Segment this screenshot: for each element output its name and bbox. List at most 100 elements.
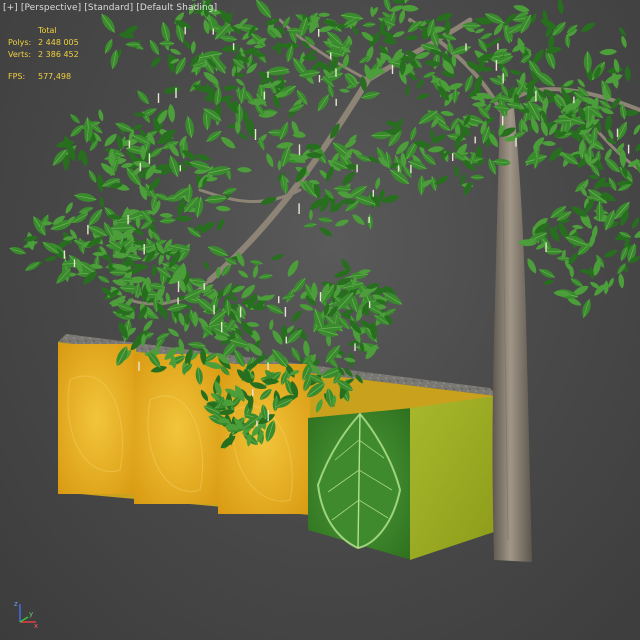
leaf: [314, 92, 333, 114]
leaf: [269, 252, 285, 262]
leaf: [579, 20, 597, 35]
leaf: [389, 0, 406, 6]
scene-statistics: Total Polys: 2 448 005 Verts: 2 386 452 …: [8, 25, 79, 83]
viewport-label-menu[interactable]: [+] [Perspective] [Standard] [Default Sh…: [3, 3, 217, 13]
leaf: [415, 91, 431, 102]
leaf: [617, 272, 625, 289]
leaf: [148, 54, 163, 70]
leaf: [102, 37, 115, 55]
leaf: [146, 38, 162, 57]
leaf: [617, 25, 628, 38]
leaf: [619, 34, 628, 49]
leaf: [68, 122, 86, 140]
axis-y-label: y: [29, 610, 34, 618]
leaf: [264, 152, 276, 169]
leaf: [397, 8, 407, 25]
leaf: [218, 134, 238, 151]
leaf: [249, 258, 264, 267]
leaf: [277, 159, 282, 171]
leaf: [408, 125, 419, 142]
leaf: [95, 173, 105, 193]
leaf: [215, 204, 232, 213]
leaf: [525, 256, 539, 275]
leaf: [215, 217, 226, 232]
leaf: [491, 21, 506, 37]
leaf: [96, 273, 111, 285]
leaf: [404, 84, 411, 97]
leaf: [603, 280, 609, 295]
leaf: [374, 176, 382, 191]
xyz-axis-gizmo-icon: z x y: [12, 600, 40, 630]
leaf: [159, 212, 174, 219]
polys-label: Polys:: [8, 38, 32, 47]
leaf: [632, 123, 640, 137]
leaf: [292, 132, 307, 139]
verts-label: Verts:: [8, 50, 32, 59]
viewport-point-of-view-menu[interactable]: [Perspective]: [21, 3, 81, 13]
leaf: [158, 20, 173, 44]
leaf: [619, 148, 627, 168]
leaf: [369, 6, 375, 18]
leaf: [571, 224, 584, 230]
leaf: [268, 318, 275, 331]
leaf: [97, 108, 105, 122]
leaf: [302, 339, 311, 359]
leaf: [166, 326, 181, 339]
leaf: [542, 278, 555, 286]
leaf: [234, 77, 246, 88]
leaf: [599, 48, 618, 56]
leaf: [308, 209, 313, 221]
stats-fps-row: FPS: 577,498: [8, 71, 79, 83]
leaf: [602, 247, 620, 260]
leaf: [108, 260, 113, 273]
leaf: [190, 40, 197, 55]
leaf: [579, 297, 594, 320]
leaf: [86, 168, 99, 185]
leaf: [201, 260, 211, 272]
leaf: [624, 65, 632, 82]
leaf: [175, 215, 193, 222]
scene-render[interactable]: [0, 0, 640, 640]
leaf: [479, 31, 494, 42]
leaf: [317, 12, 331, 17]
box-side-face: [410, 396, 496, 560]
leaf: [613, 119, 631, 143]
leaf: [285, 258, 301, 279]
leaf: [68, 112, 82, 126]
leaf: [362, 21, 377, 29]
leaf: [206, 242, 230, 260]
stats-header: Total: [38, 26, 57, 35]
leaf: [439, 109, 455, 118]
perspective-viewport[interactable]: [+] [Perspective] [Standard] [Default Sh…: [0, 0, 640, 640]
leaf: [630, 215, 640, 231]
stats-polys-row: Polys: 2 448 005: [8, 37, 79, 49]
leaf: [237, 130, 249, 142]
tree-trunk[interactable]: [492, 108, 533, 562]
leaf: [366, 213, 374, 230]
verts-value: 2 386 452: [38, 50, 79, 59]
viewport-standard-menu[interactable]: [Standard]: [84, 3, 133, 13]
leaf: [303, 221, 318, 229]
leaf: [99, 196, 105, 209]
leaf: [73, 190, 98, 205]
leaf: [162, 85, 182, 96]
stats-verts-row: Verts: 2 386 452: [8, 49, 79, 61]
leaf: [159, 40, 175, 47]
yellow-leaf-tile: [134, 354, 220, 504]
viewport-plus-menu[interactable]: [+]: [3, 3, 18, 13]
leaf: [264, 301, 286, 317]
leaf: [404, 35, 419, 41]
leaf: [258, 272, 274, 281]
leaf: [508, 68, 523, 77]
textured-box[interactable]: [58, 334, 496, 560]
leaf: [275, 140, 294, 150]
fps-value: 577,498: [38, 72, 72, 81]
fps-label: FPS:: [8, 72, 26, 81]
viewport-shading-menu[interactable]: [Default Shading]: [136, 3, 217, 13]
leaf: [289, 308, 304, 324]
leaf: [236, 268, 250, 280]
leaf: [183, 115, 197, 139]
leaf: [167, 103, 176, 124]
leaf: [151, 263, 158, 278]
leaf: [338, 88, 351, 94]
